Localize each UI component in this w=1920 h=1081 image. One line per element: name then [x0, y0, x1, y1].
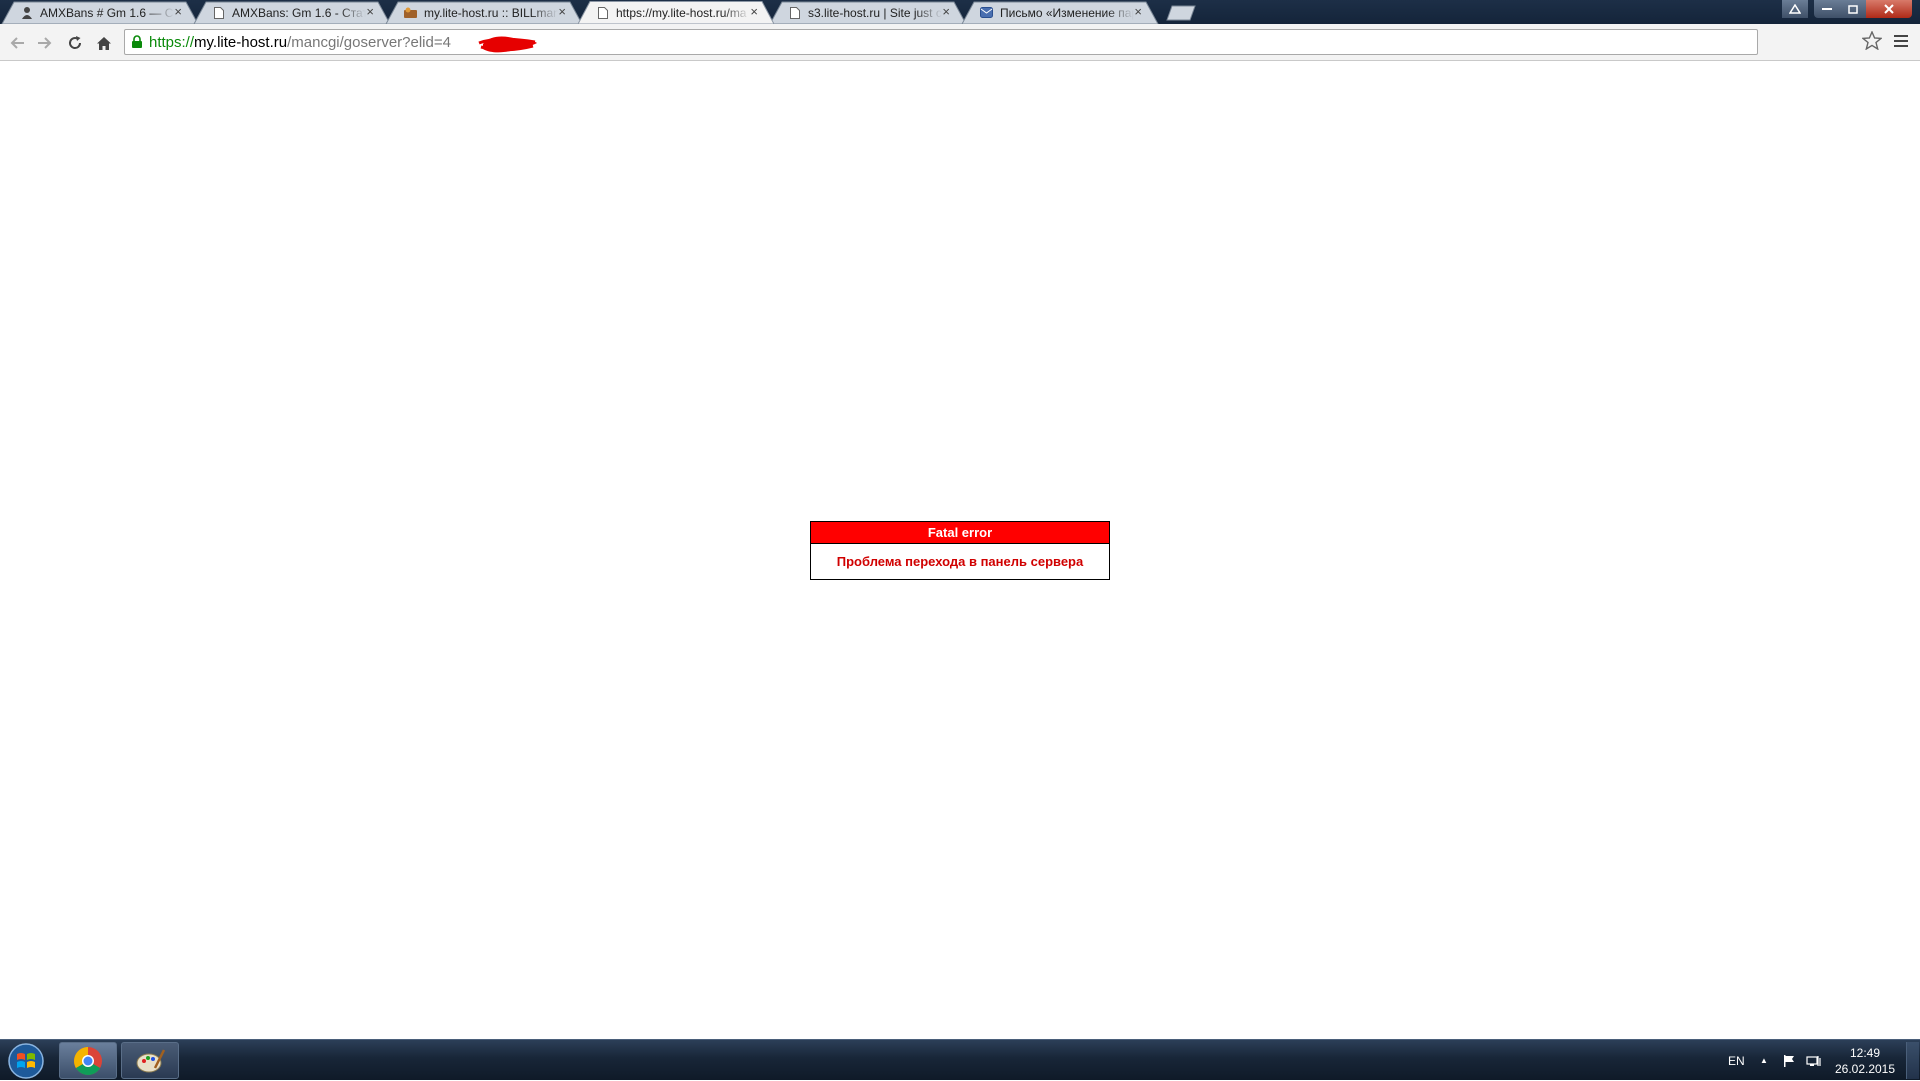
tab-s3-lite-host[interactable]: s3.lite-host.ru | Site just cr ×: [768, 1, 968, 24]
forward-arrow-icon: [38, 37, 52, 49]
tray-clock[interactable]: 12:49 26.02.2015: [1830, 1045, 1900, 1077]
document-icon: [212, 6, 225, 19]
page-content: Fatal error Проблема перехода в панель с…: [0, 61, 1920, 1039]
new-tab-button[interactable]: [1166, 5, 1196, 21]
amxbans-icon: [20, 6, 33, 19]
profile-button[interactable]: [1782, 0, 1808, 18]
taskbar-chrome[interactable]: [59, 1042, 117, 1079]
tray-overflow-arrow[interactable]: ▲: [1760, 1040, 1768, 1081]
redaction-scribble: [478, 36, 537, 53]
tab-amxbans-status[interactable]: AMXBans: Gm 1.6 - Статус ×: [192, 1, 392, 24]
reload-icon: [69, 36, 82, 49]
address-url: https://my.lite-host.ru/mancgi/goserver?…: [149, 34, 451, 51]
tab-close-button[interactable]: ×: [558, 5, 566, 19]
action-center-flag-icon[interactable]: [1782, 1040, 1796, 1081]
home-icon: [97, 36, 111, 50]
url-host: my.lite-host.ru: [194, 34, 288, 51]
tab-close-button[interactable]: ×: [1134, 5, 1142, 19]
paint-icon: [136, 1048, 165, 1072]
tab-title: https://my.lite-host.ru/ma: [616, 6, 747, 20]
maximize-button[interactable]: [1840, 0, 1866, 18]
taskbar: EN ▲ 12:49 26.02.2015: [0, 1039, 1920, 1080]
browser-toolbar: https://my.lite-host.ru/mancgi/goserver?…: [0, 24, 1920, 61]
tray-language[interactable]: EN: [1728, 1040, 1745, 1081]
reload-button[interactable]: [64, 32, 86, 54]
taskbar-paint[interactable]: [121, 1042, 179, 1079]
minimize-button[interactable]: [1814, 0, 1840, 18]
lock-icon: [131, 35, 143, 54]
tab-title: Письмо «Изменение пар: [1000, 6, 1134, 20]
bookmark-star-icon[interactable]: [1861, 30, 1883, 55]
mail-icon: [980, 6, 993, 19]
error-title: Fatal error: [811, 522, 1109, 544]
tab-close-button[interactable]: ×: [366, 5, 374, 19]
clock-time: 12:49: [1849, 1046, 1881, 1060]
tab-close-button[interactable]: ×: [750, 5, 758, 19]
address-bar[interactable]: https://my.lite-host.ru/mancgi/goserver?…: [124, 29, 1758, 55]
back-arrow-icon: [10, 37, 24, 49]
tab-title: AMXBans: Gm 1.6 - Статус: [232, 6, 366, 20]
billmanager-icon: [404, 6, 417, 19]
tab-mail[interactable]: Письмо «Изменение пар ×: [960, 1, 1160, 24]
chrome-menu-icon[interactable]: [1894, 34, 1908, 53]
tab-amxbans-1[interactable]: AMXBans # Gm 1.6 — Co ×: [0, 1, 200, 24]
url-path: /mancgi/goserver?elid=4: [287, 34, 451, 51]
tab-close-button[interactable]: ×: [174, 5, 182, 19]
chrome-icon: [74, 1046, 102, 1075]
tab-billmanager[interactable]: my.lite-host.ru :: BILLman ×: [384, 1, 584, 24]
document-icon: [788, 6, 801, 19]
home-button[interactable]: [93, 32, 115, 54]
error-box: Fatal error Проблема перехода в панель с…: [810, 521, 1110, 580]
error-message: Проблема перехода в панель сервера: [836, 554, 1084, 569]
tab-close-button[interactable]: ×: [942, 5, 950, 19]
forward-button[interactable]: [34, 32, 56, 54]
back-button[interactable]: [6, 32, 28, 54]
tab-strip: AMXBans # Gm 1.6 — Co × AMXBans: Gm 1.6 …: [0, 0, 1920, 24]
tab-active-goserver[interactable]: https://my.lite-host.ru/ma ×: [576, 1, 776, 24]
show-desktop-button[interactable]: [1906, 1042, 1919, 1079]
tab-title: s3.lite-host.ru | Site just cr: [808, 6, 942, 20]
start-button[interactable]: [6, 1042, 46, 1080]
tab-title: my.lite-host.ru :: BILLman: [424, 6, 558, 20]
document-icon: [596, 6, 609, 19]
tab-title: AMXBans # Gm 1.6 — Co: [40, 6, 174, 20]
close-window-button[interactable]: [1866, 0, 1912, 18]
url-scheme: https://: [149, 34, 195, 51]
network-icon[interactable]: [1806, 1040, 1822, 1081]
clock-date: 26.02.2015: [1834, 1062, 1896, 1076]
